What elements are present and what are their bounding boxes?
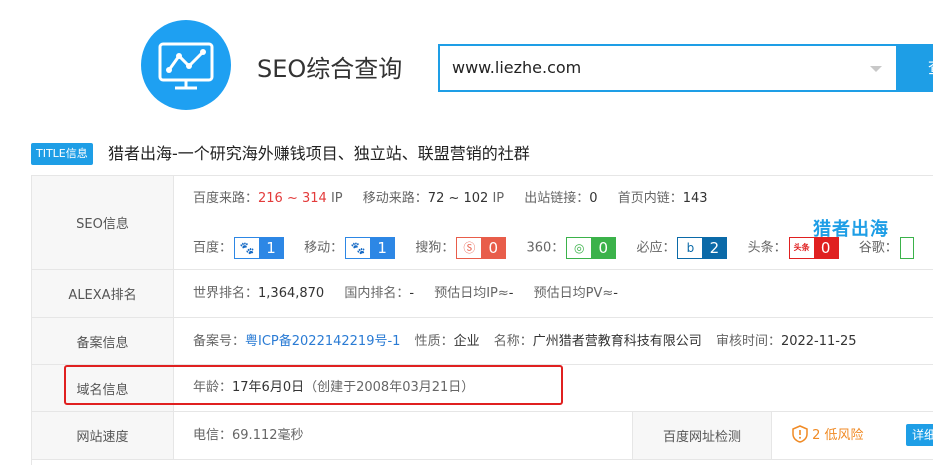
- domestic-rank-value: -: [409, 286, 415, 301]
- highlight-box: [64, 365, 563, 405]
- seo-row: SEO信息 百度来路：216 ~ 314 IP 移动来路：72 ~ 102 IP…: [32, 176, 933, 270]
- mobile-traffic-label: 移动来路：: [362, 191, 428, 206]
- nature-value: 企业: [453, 334, 480, 349]
- paw-icon: 🐾: [235, 238, 260, 258]
- bing-rank-label: 必应：: [636, 240, 676, 256]
- icp-line: 备案号：粤ICP备2022142219号-1 性质：企业 名称：广州猎者营教育科…: [193, 332, 857, 352]
- page-title: SEO综合查询: [257, 55, 403, 83]
- baidu-traffic-value: 216 ~ 314: [258, 191, 327, 206]
- rank-line: 百度： 🐾 1 移动： 🐾 1 搜狗： Ⓢ 0 360： ◎ 0 必应： b 2 头条： 头条 0 谷歌…: [193, 237, 914, 259]
- icp-number-label: 备案号：: [193, 334, 246, 349]
- monitor-chart-icon: [158, 42, 214, 90]
- detail-button[interactable]: 详细: [906, 424, 933, 446]
- paw-icon: 🐾: [346, 238, 371, 258]
- app-logo: [141, 20, 231, 110]
- speed-label: 网站速度: [32, 412, 174, 459]
- google-icon: [900, 238, 913, 258]
- baidu-traffic-unit: IP: [330, 191, 343, 206]
- baidu-traffic-label: 百度来路：: [193, 191, 259, 206]
- toutiao-rank-value: 0: [813, 238, 838, 258]
- baidu-rank-value: 1: [259, 238, 284, 258]
- bing-rank-value: 2: [702, 238, 727, 258]
- risk-status[interactable]: 2 低风险: [792, 425, 864, 446]
- icp-label: 备案信息: [32, 318, 174, 364]
- toutiao-rank-label: 头条：: [747, 240, 787, 256]
- mobile-rank-value: 1: [370, 238, 395, 258]
- speed-line: 电信：69.112毫秒: [193, 426, 304, 446]
- alexa-label: ALEXA排名: [32, 270, 174, 317]
- daily-ip-label: 预估日均IP≈: [434, 286, 509, 301]
- shield-warning-icon: [792, 425, 808, 443]
- bing-icon: b: [678, 238, 703, 258]
- company-name-value: 广州猎者营教育科技有限公司: [532, 334, 702, 349]
- icp-row: 备案信息 备案号：粤ICP备2022142219号-1 性质：企业 名称：广州猎…: [32, 318, 933, 365]
- 360-rank-label: 360：: [526, 240, 565, 256]
- risk-value: 2 低风险: [812, 428, 864, 443]
- query-button[interactable]: 查: [898, 44, 933, 92]
- google-rank-label: 谷歌：: [858, 240, 898, 256]
- toutiao-icon: 头条: [789, 238, 814, 258]
- mobile-rank-label: 移动：: [304, 240, 344, 256]
- mobile-traffic-value: 72 ~ 102: [427, 191, 489, 206]
- review-date-value: 2022-11-25: [780, 334, 857, 349]
- sogou-icon: Ⓢ: [457, 238, 482, 258]
- title-info-badge: TITLE信息: [31, 143, 93, 165]
- google-rank-badge[interactable]: [899, 237, 914, 259]
- alexa-line: 世界排名：1,364,870 国内排名：- 预估日均IP≈- 预估日均PV≈-: [193, 284, 618, 304]
- search-input-value[interactable]: www.liezhe.com: [452, 58, 581, 78]
- domestic-rank-label: 国内排名：: [344, 286, 410, 301]
- 360-icon: ◎: [567, 238, 592, 258]
- bing-rank-badge[interactable]: b2: [677, 237, 728, 259]
- 360-rank-value: 0: [591, 238, 616, 258]
- world-rank-value: 1,364,870: [258, 286, 325, 301]
- daily-pv-value: -: [613, 286, 618, 301]
- seo-label: SEO信息: [32, 176, 174, 269]
- baidu-rank-label: 百度：: [193, 240, 233, 256]
- outbound-links-value[interactable]: 0: [589, 191, 597, 206]
- seo-info-table: SEO信息 百度来路：216 ~ 314 IP 移动来路：72 ~ 102 IP…: [31, 175, 933, 465]
- sogou-rank-badge[interactable]: Ⓢ 0: [456, 237, 507, 259]
- telecom-value: 69.112毫秒: [232, 428, 304, 443]
- traffic-line: 百度来路：216 ~ 314 IP 移动来路：72 ~ 102 IP 出站链接：…: [193, 189, 708, 209]
- internal-links-value[interactable]: 143: [683, 191, 708, 206]
- daily-pv-label: 预估日均PV≈: [533, 286, 614, 301]
- nature-label: 性质：: [414, 334, 454, 349]
- world-rank-label: 世界排名：: [193, 286, 259, 301]
- sogou-rank-label: 搜狗：: [415, 240, 455, 256]
- watermark-text: 猎者出海: [813, 219, 889, 240]
- company-name-label: 名称：: [493, 334, 533, 349]
- mobile-rank-badge[interactable]: 🐾 1: [345, 237, 396, 259]
- speed-row: 网站速度 电信：69.112毫秒 百度网址检测 2 低风险 详细: [32, 412, 933, 460]
- 360-rank-badge[interactable]: ◎ 0: [566, 237, 617, 259]
- icp-number-link[interactable]: 粤ICP备2022142219号-1: [245, 334, 400, 349]
- mobile-traffic-unit: IP: [492, 191, 505, 206]
- site-title-text: 猎者出海-一个研究海外赚钱项目、独立站、联盟营销的社群: [108, 144, 530, 163]
- review-date-label: 审核时间：: [715, 334, 781, 349]
- telecom-label: 电信：: [193, 428, 233, 443]
- alexa-row: ALEXA排名 世界排名：1,364,870 国内排名：- 预估日均IP≈- 预…: [32, 270, 933, 318]
- dropdown-arrow-icon[interactable]: [870, 66, 882, 72]
- internal-links-label: 首页内链：: [617, 191, 683, 206]
- search-input[interactable]: www.liezhe.com: [438, 44, 898, 92]
- outbound-links-label: 出站链接：: [524, 191, 590, 206]
- daily-ip-value: -: [508, 286, 514, 301]
- sogou-rank-value: 0: [481, 238, 506, 258]
- baidu-url-check-label: 百度网址检测: [632, 412, 772, 459]
- baidu-rank-badge[interactable]: 🐾 1: [234, 237, 285, 259]
